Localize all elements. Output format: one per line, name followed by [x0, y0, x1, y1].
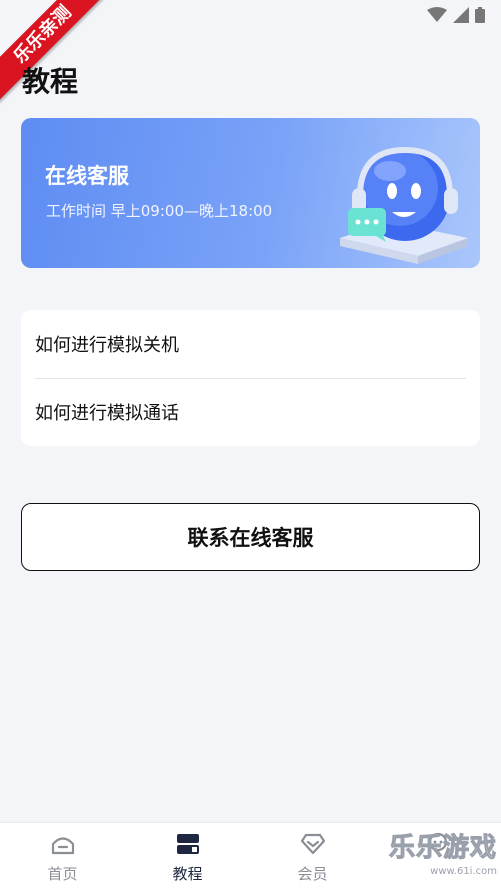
service-title: 在线客服 — [45, 164, 129, 188]
tab-tutorial[interactable]: 教程 — [125, 823, 250, 890]
tab-home[interactable]: 首页 — [0, 823, 125, 890]
tab-member[interactable]: 会员 — [250, 823, 375, 890]
tutorial-item-call[interactable]: 如何进行模拟通话 — [35, 378, 466, 446]
tutorial-item-shutdown[interactable]: 如何进行模拟关机 — [35, 310, 466, 378]
battery-icon — [475, 7, 485, 23]
tab-home-label: 首页 — [47, 865, 78, 883]
contact-service-button[interactable]: 联系在线客服 — [21, 503, 480, 571]
page-title: 教程 — [22, 65, 79, 98]
wifi-icon — [427, 7, 447, 22]
signal-icon — [453, 7, 469, 23]
robot-headset-icon — [340, 146, 468, 264]
home-icon — [51, 837, 74, 855]
watermark-text: 乐乐游戏 — [388, 833, 497, 864]
tab-tutorial-label: 教程 — [172, 865, 203, 883]
tutorial-list: 如何进行模拟关机 如何进行模拟通话 — [21, 310, 480, 446]
diamond-icon — [300, 833, 325, 855]
watermark: 乐乐游戏 www.61i.com — [387, 832, 497, 886]
book-icon — [176, 834, 199, 854]
service-hours: 工作时间 早上09:00—晚上18:00 — [46, 202, 273, 220]
status-icons — [427, 7, 485, 23]
bottom-tab-bar: 首页 教程 会员 乐乐游戏 www.61i.com — [0, 822, 501, 890]
watermark-url: www.61i.com — [430, 866, 497, 877]
tab-member-label: 会员 — [297, 865, 328, 883]
online-service-card[interactable]: 在线客服 工作时间 早上09:00—晚上18:00 — [21, 118, 480, 268]
